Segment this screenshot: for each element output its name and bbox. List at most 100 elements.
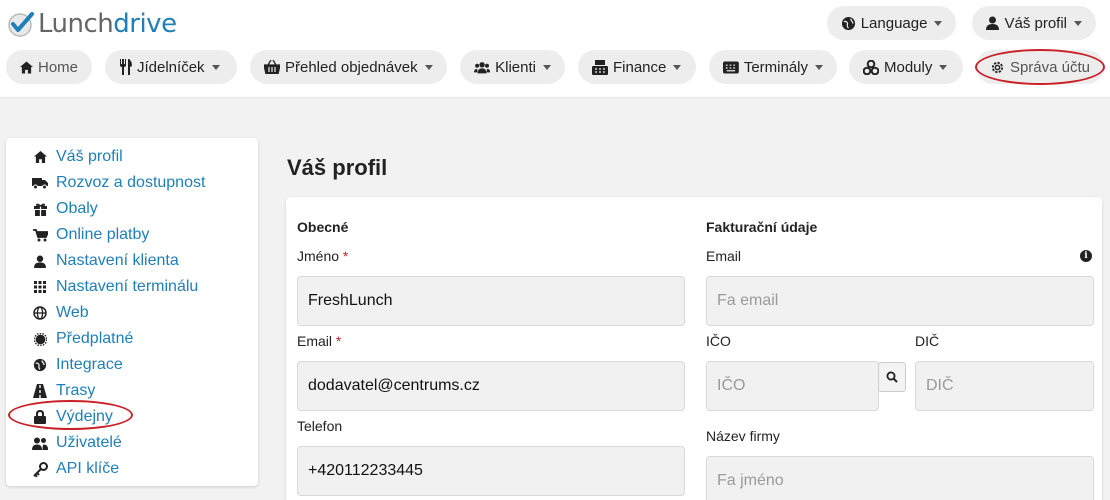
nav-modules[interactable]: Moduly — [849, 50, 963, 84]
utensils-icon — [120, 59, 132, 75]
chevron-down-icon — [815, 64, 823, 70]
road-icon — [32, 383, 48, 399]
nav-account-label: Správa účtu — [1009, 58, 1090, 76]
billing-section-title: Fakturační údaje — [706, 219, 818, 235]
cart-icon — [32, 227, 48, 243]
name-input-value: FreshLunch — [308, 292, 393, 309]
chevron-down-icon — [543, 64, 551, 70]
nav-orders[interactable]: Přehled objednávek — [250, 50, 447, 84]
sidebar-item-terminal-settings[interactable]: Nastavení terminálu — [6, 274, 258, 300]
email-input-value: dodavatel@centrums.cz — [308, 377, 480, 394]
nav-terminals-label: Terminály — [743, 58, 808, 76]
sidebar-item-profile[interactable]: Váš profil — [6, 144, 258, 170]
sidebar-item-label: Obaly — [56, 200, 98, 217]
chevron-down-icon — [211, 64, 220, 70]
phone-label: Telefon — [297, 418, 343, 434]
cash-register-icon — [592, 59, 608, 75]
company-name-input[interactable]: Fa jméno — [706, 456, 1094, 500]
sidebar-item-packaging[interactable]: Obaly — [6, 196, 258, 222]
email-input[interactable]: dodavatel@centrums.cz — [297, 361, 685, 411]
ico-label: IČO — [706, 333, 731, 349]
certificate-icon — [32, 331, 48, 347]
profile-label: Váš profil — [1004, 14, 1067, 32]
profile-form-card: Obecné Jméno * FreshLunch Email * dodava… — [286, 197, 1102, 500]
sidebar-item-pickup-points[interactable]: Výdejny — [6, 404, 258, 430]
name-label-text: Jméno — [297, 248, 340, 264]
ico-placeholder: IČO — [717, 377, 746, 394]
language-dropdown[interactable]: Language — [826, 6, 957, 40]
sidebar-item-api-keys[interactable]: API klíče — [6, 456, 258, 482]
sidebar-item-online-payments[interactable]: Online platby — [6, 222, 258, 248]
search-icon — [886, 371, 898, 383]
brand-logo[interactable]: Lunchdrive — [6, 6, 177, 42]
phone-input[interactable]: +420112233445 — [297, 446, 685, 496]
sidebar-item-label: Nastavení klienta — [56, 252, 179, 269]
phone-input-value: +420112233445 — [308, 462, 423, 479]
settings-sidebar: Váš profil Rozvoz a dostupnost Obaly Onl… — [6, 138, 258, 486]
required-mark: * — [335, 333, 342, 349]
sidebar-item-label: Web — [56, 304, 89, 321]
key-icon — [32, 461, 48, 477]
keyboard-icon — [723, 60, 739, 74]
user-icon — [986, 16, 1000, 30]
globe-icon — [32, 305, 48, 321]
email-label: Email * — [297, 333, 341, 349]
globe-americas-icon — [32, 357, 48, 373]
general-section-title: Obecné — [297, 219, 349, 235]
users-icon — [32, 435, 48, 451]
sidebar-item-client-settings[interactable]: Nastavení klienta — [6, 248, 258, 274]
sidebar-item-web[interactable]: Web — [6, 300, 258, 326]
chevron-down-icon — [939, 64, 948, 70]
gear-icon — [991, 61, 1004, 73]
info-icon[interactable]: i — [1080, 250, 1092, 262]
billing-email-label: Email — [706, 248, 742, 264]
sidebar-item-label: Rozvoz a dostupnost — [56, 174, 206, 191]
chevron-down-icon — [424, 64, 433, 70]
home-icon — [32, 149, 48, 165]
home-icon — [20, 60, 33, 74]
nav-finance[interactable]: Finance — [578, 50, 696, 84]
cubes-icon — [863, 59, 879, 75]
brand-name: Lunchdrive — [38, 9, 177, 39]
required-mark: * — [342, 248, 349, 264]
top-right-menu: Language Váš profil — [826, 6, 1096, 40]
ico-search-button[interactable] — [878, 362, 906, 392]
billing-email-input[interactable]: Fa email — [706, 276, 1094, 326]
sidebar-item-label: Váš profil — [56, 148, 123, 165]
users-icon — [474, 61, 491, 73]
dic-label: DIČ — [915, 333, 940, 349]
nav-home[interactable]: Home — [6, 50, 92, 84]
top-header: Lunchdrive Language Váš profil Home Jíde… — [0, 0, 1110, 98]
sidebar-item-users[interactable]: Uživatelé — [6, 430, 258, 456]
sidebar-item-routes[interactable]: Trasy — [6, 378, 258, 404]
profile-dropdown[interactable]: Váš profil — [972, 6, 1096, 40]
dic-input[interactable]: DIČ — [915, 361, 1094, 411]
nav-clients[interactable]: Klienti — [460, 50, 565, 84]
ico-input[interactable]: IČO — [706, 361, 879, 411]
nav-menu[interactable]: Jídelníček — [105, 50, 237, 84]
chevron-down-icon — [1074, 20, 1082, 26]
nav-account-settings[interactable]: Správa účtu — [976, 50, 1104, 84]
language-label: Language — [860, 14, 928, 32]
sidebar-item-label: Integrace — [56, 356, 123, 373]
sidebar-item-label: Předplatné — [56, 330, 134, 347]
lock-icon — [32, 409, 48, 425]
chevron-down-icon — [673, 64, 682, 70]
grid-icon — [32, 279, 48, 295]
sidebar-item-label: Online platby — [56, 226, 150, 243]
nav-finance-label: Finance — [613, 58, 667, 76]
nav-terminals[interactable]: Terminály — [709, 50, 837, 84]
name-input[interactable]: FreshLunch — [297, 276, 685, 326]
sidebar-item-delivery[interactable]: Rozvoz a dostupnost — [6, 170, 258, 196]
sidebar-item-label: Uživatelé — [56, 434, 122, 451]
dic-placeholder: DIČ — [926, 377, 954, 394]
name-label: Jméno * — [297, 248, 348, 264]
nav-modules-label: Moduly — [884, 58, 933, 76]
nav-menu-label: Jídelníček — [137, 58, 205, 76]
gift-icon — [32, 201, 48, 217]
globe-icon — [841, 16, 855, 30]
nav-clients-label: Klienti — [495, 58, 536, 76]
page-title: Váš profil — [287, 155, 388, 180]
sidebar-item-integrations[interactable]: Integrace — [6, 352, 258, 378]
sidebar-item-subscription[interactable]: Předplatné — [6, 326, 258, 352]
